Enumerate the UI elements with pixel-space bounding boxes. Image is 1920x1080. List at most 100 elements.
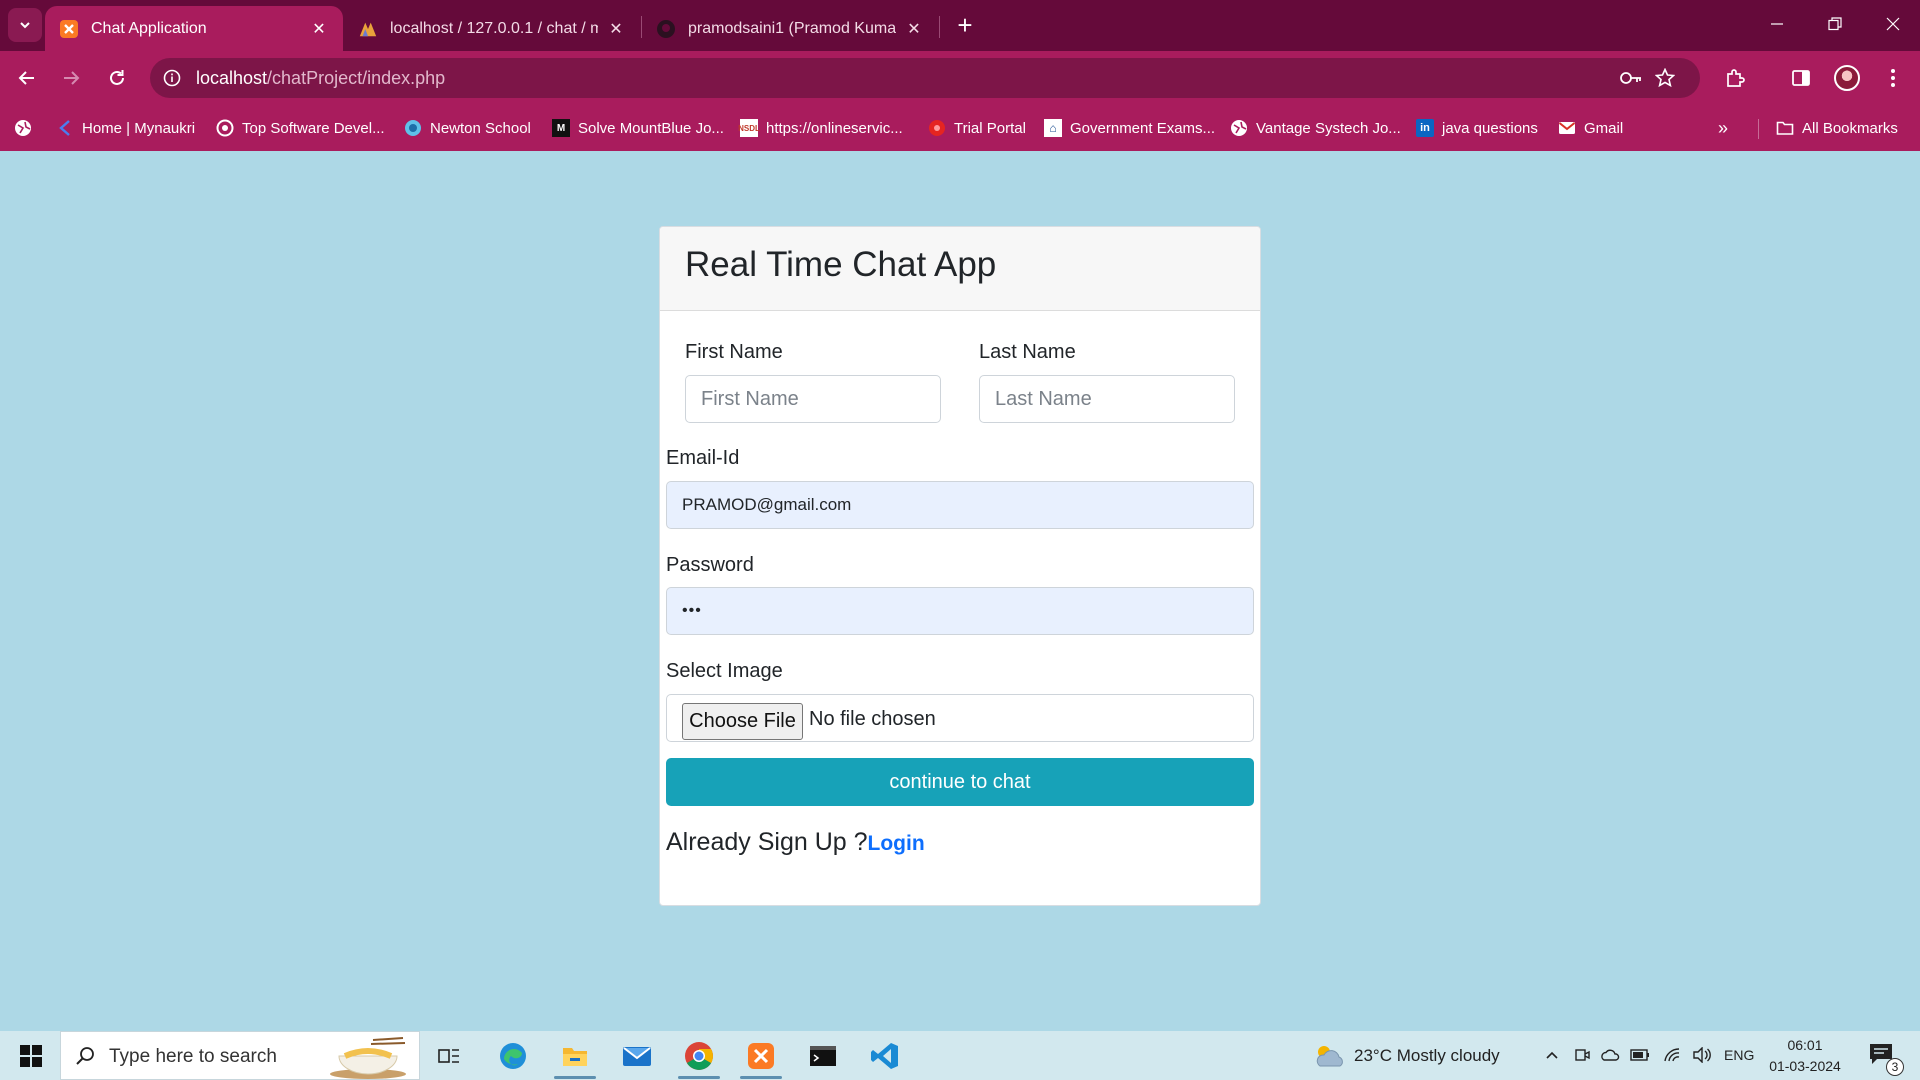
all-bookmarks-folder[interactable]: All Bookmarks xyxy=(1776,116,1898,140)
forward-arrow-icon[interactable] xyxy=(52,59,90,97)
bookmark-label: Trial Portal xyxy=(954,119,1026,137)
windows-start-icon[interactable] xyxy=(2,1031,60,1080)
close-tab-icon[interactable]: ✕ xyxy=(904,19,924,39)
mountblue-icon: M xyxy=(552,119,570,137)
mail-icon[interactable] xyxy=(608,1031,666,1080)
github-icon xyxy=(656,19,676,39)
taskbar-search-box[interactable]: Type here to search xyxy=(60,1031,420,1080)
trial-portal-icon xyxy=(928,119,946,137)
chrome-icon[interactable] xyxy=(670,1031,728,1080)
bookmark-label: Gmail xyxy=(1584,119,1624,137)
bookmark-vantage-systech[interactable]: Vantage Systech Jo... xyxy=(1230,116,1401,140)
card-header: Real Time Chat App xyxy=(660,227,1260,311)
bookmark-trial-portal[interactable]: Trial Portal xyxy=(928,116,1026,140)
bookmark-label: java questions xyxy=(1442,119,1538,137)
site-info-icon[interactable] xyxy=(160,66,184,90)
bookmark-label: Top Software Devel... xyxy=(242,119,385,137)
continue-to-chat-button[interactable]: continue to chat xyxy=(666,758,1254,806)
tab-title: localhost / 127.0.0.1 / chat / me xyxy=(390,19,598,37)
restore-icon[interactable] xyxy=(1806,0,1864,48)
bookmarks-overflow-icon[interactable]: » xyxy=(1718,116,1728,140)
close-window-icon[interactable] xyxy=(1864,0,1920,48)
address-bar[interactable]: localhost/chatProject/index.php xyxy=(150,58,1700,98)
kebab-menu-icon[interactable] xyxy=(1874,59,1912,97)
terminal-icon[interactable] xyxy=(794,1031,852,1080)
image-file-input[interactable]: Choose File No file chosen xyxy=(666,694,1254,742)
no-file-chosen-text: No file chosen xyxy=(809,708,936,730)
noodle-bowl-icon xyxy=(323,1036,413,1080)
bookmark-gmail[interactable]: Gmail xyxy=(1558,116,1623,140)
minimize-icon[interactable] xyxy=(1748,0,1806,48)
reload-icon[interactable] xyxy=(98,59,136,97)
login-link[interactable]: Login xyxy=(868,832,925,855)
back-arrow-icon[interactable] xyxy=(8,59,46,97)
language-indicator[interactable]: ENG xyxy=(1724,1047,1754,1063)
extensions-puzzle-icon[interactable] xyxy=(1716,59,1754,97)
email-input[interactable] xyxy=(666,481,1254,529)
task-view-icon[interactable] xyxy=(420,1031,478,1080)
file-explorer-icon[interactable] xyxy=(546,1031,604,1080)
url-text[interactable]: localhost/chatProject/index.php xyxy=(196,68,445,89)
tab-phpmyadmin[interactable]: localhost / 127.0.0.1 / chat / me ✕ xyxy=(344,6,640,51)
tab-title: Chat Application xyxy=(91,19,207,37)
page-content: Real Time Chat App First Name Last Name … xyxy=(0,151,1920,1031)
bookmark-label: https://onlineservic... xyxy=(766,119,903,137)
last-name-label: Last Name xyxy=(979,341,1076,363)
show-hidden-icons-chevron[interactable] xyxy=(1542,1045,1562,1065)
notification-count-badge: 3 xyxy=(1886,1058,1904,1076)
folder-icon xyxy=(1776,119,1794,137)
side-panel-icon[interactable] xyxy=(1782,59,1820,97)
password-key-icon[interactable] xyxy=(1618,65,1644,91)
windows-taskbar: Type here to search 23°C Mostly cloudy E… xyxy=(0,1031,1920,1080)
bookmark-star-icon[interactable] xyxy=(1652,65,1678,91)
tab-github-profile[interactable]: pramodsaini1 (Pramod Kumar S ✕ xyxy=(642,6,938,51)
volume-icon[interactable] xyxy=(1692,1045,1712,1065)
bookmark-government-exams[interactable]: ⌂ Government Exams... xyxy=(1044,116,1215,140)
choose-file-button[interactable]: Choose File xyxy=(682,703,803,740)
close-tab-icon[interactable]: ✕ xyxy=(309,19,329,39)
tab-separator xyxy=(939,16,940,38)
password-input[interactable] xyxy=(666,587,1254,635)
browser-tab-strip: Chat Application ✕ localhost / 127.0.0.1… xyxy=(0,0,1920,51)
bookmark-mountblue[interactable]: M Solve MountBlue Jo... xyxy=(552,116,724,140)
bookmark-label: Home | Mynaukri xyxy=(82,119,196,137)
new-tab-plus-icon[interactable]: + xyxy=(948,8,982,42)
bookmark-label: All Bookmarks xyxy=(1802,119,1898,137)
bookmark-mynaukri[interactable]: Home | Mynaukri xyxy=(56,116,195,140)
weather-text[interactable]: 23°C Mostly cloudy xyxy=(1354,1046,1500,1066)
phpmyadmin-icon xyxy=(358,19,378,39)
clock[interactable]: 06:01 01-03-2024 xyxy=(1760,1035,1850,1077)
bookmark-label: Newton School xyxy=(430,119,531,137)
edge-browser-icon[interactable] xyxy=(484,1031,542,1080)
government-exams-icon: ⌂ xyxy=(1044,119,1062,137)
circle-logo-icon xyxy=(216,119,234,137)
bookmark-label: Government Exams... xyxy=(1070,119,1216,137)
bookmark-onlineservices[interactable]: NSDL https://onlineservic... xyxy=(738,116,903,140)
linkedin-icon: in xyxy=(1416,119,1434,137)
mynaukri-icon xyxy=(56,119,74,137)
profile-avatar[interactable] xyxy=(1834,65,1860,91)
bookmark-java-questions[interactable]: in java questions xyxy=(1416,116,1538,140)
battery-icon[interactable] xyxy=(1630,1045,1650,1065)
bookmark-top-software[interactable]: Top Software Devel... xyxy=(216,116,385,140)
tab-search-chevron-icon[interactable] xyxy=(8,8,42,42)
globe-icon xyxy=(1230,119,1248,137)
first-name-input[interactable] xyxy=(685,375,941,423)
browser-toolbar: localhost/chatProject/index.php xyxy=(0,51,1920,105)
bookmark-globe-icon[interactable] xyxy=(14,116,40,140)
select-image-label: Select Image xyxy=(666,660,783,682)
meet-now-icon[interactable] xyxy=(1572,1045,1592,1065)
tab-chat-application[interactable]: Chat Application ✕ xyxy=(45,6,343,51)
bookmark-newton-school[interactable]: Newton School xyxy=(404,116,531,140)
xampp-taskbar-icon[interactable] xyxy=(732,1031,790,1080)
wifi-icon[interactable] xyxy=(1662,1045,1682,1065)
bookmarks-divider xyxy=(1758,119,1759,139)
first-name-label: First Name xyxy=(685,341,783,363)
vscode-icon[interactable] xyxy=(856,1031,914,1080)
search-placeholder: Type here to search xyxy=(109,1046,277,1067)
last-name-input[interactable] xyxy=(979,375,1235,423)
weather-cloud-icon[interactable] xyxy=(1312,1041,1346,1071)
onedrive-cloud-icon[interactable] xyxy=(1600,1045,1620,1065)
newton-school-icon xyxy=(404,119,422,137)
close-tab-icon[interactable]: ✕ xyxy=(606,19,626,39)
